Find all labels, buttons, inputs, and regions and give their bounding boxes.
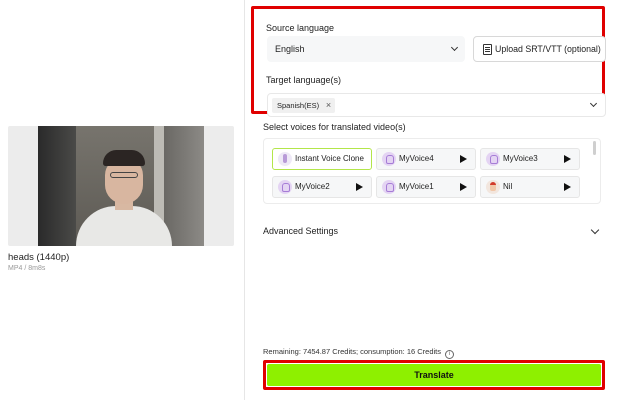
upload-subtitle-label: Upload SRT/VTT (optional) [495, 44, 601, 54]
voice-list-scrollbar[interactable] [593, 141, 596, 155]
chevron-down-icon[interactable] [590, 225, 600, 235]
play-icon[interactable] [564, 155, 571, 163]
play-icon[interactable] [356, 183, 363, 191]
voice-avatar-icon [486, 152, 500, 166]
remove-tag-icon[interactable]: × [326, 98, 331, 113]
voice-option-nil[interactable]: Nil [480, 176, 580, 198]
video-thumbnail[interactable] [8, 126, 234, 246]
voice-avatar-icon [278, 180, 292, 194]
source-language-value: English [275, 44, 305, 54]
voice-option-label: Instant Voice Clone [295, 154, 364, 163]
translate-settings-panel: Source language English Upload SRT/VTT (… [244, 0, 631, 400]
voice-list: Instant Voice Clone MyVoice4 MyVoice3 My… [263, 138, 601, 204]
credits-info: Remaining: 7454.87 Credits; consumption:… [263, 347, 455, 359]
document-icon [483, 44, 492, 55]
voice-option-label: MyVoice4 [399, 154, 434, 163]
voice-option-label: MyVoice2 [295, 182, 330, 191]
preview-column: heads (1440p) MP4 / 8m8s [0, 0, 244, 400]
voice-avatar-icon [382, 152, 396, 166]
play-icon[interactable] [564, 183, 571, 191]
voice-option-label: Nil [503, 182, 513, 191]
info-icon[interactable]: i [445, 350, 455, 359]
source-language-label: Source language [266, 23, 335, 33]
advanced-settings-toggle[interactable]: Advanced Settings [263, 226, 338, 236]
chevron-down-icon [589, 99, 598, 108]
voices-label: Select voices for translated video(s) [263, 122, 406, 132]
video-file-name: heads (1440p) [8, 252, 70, 263]
voice-option-instant-voice-clone[interactable]: Instant Voice Clone [272, 148, 372, 170]
voice-option-myvoice2[interactable]: MyVoice2 [272, 176, 372, 198]
target-language-label: Target language(s) [266, 75, 342, 85]
target-language-tag-label: Spanish(ES) [277, 101, 320, 110]
voice-option-label: MyVoice1 [399, 182, 434, 191]
play-icon[interactable] [460, 183, 467, 191]
voice-option-myvoice1[interactable]: MyVoice1 [376, 176, 476, 198]
video-file-meta: MP4 / 8m8s [8, 265, 46, 272]
translate-button[interactable]: Translate [267, 364, 601, 386]
source-language-select[interactable]: English [267, 36, 465, 62]
upload-subtitle-button[interactable]: Upload SRT/VTT (optional) [473, 36, 606, 62]
play-icon[interactable] [460, 155, 467, 163]
translate-highlight: Translate [263, 360, 605, 390]
credits-text: Remaining: 7454.87 Credits; consumption:… [263, 347, 442, 356]
voice-option-myvoice4[interactable]: MyVoice4 [376, 148, 476, 170]
target-language-tag: Spanish(ES) × [272, 98, 336, 113]
voice-avatar-icon [382, 180, 396, 194]
voice-option-label: MyVoice3 [503, 154, 538, 163]
microphone-icon [278, 152, 292, 166]
target-language-select[interactable]: Spanish(ES) × [267, 93, 606, 117]
language-section: Source language English Upload SRT/VTT (… [251, 6, 606, 117]
person-avatar-icon [486, 180, 500, 194]
video-frame [38, 126, 204, 246]
chevron-down-icon [450, 43, 459, 52]
voice-option-myvoice3[interactable]: MyVoice3 [480, 148, 580, 170]
